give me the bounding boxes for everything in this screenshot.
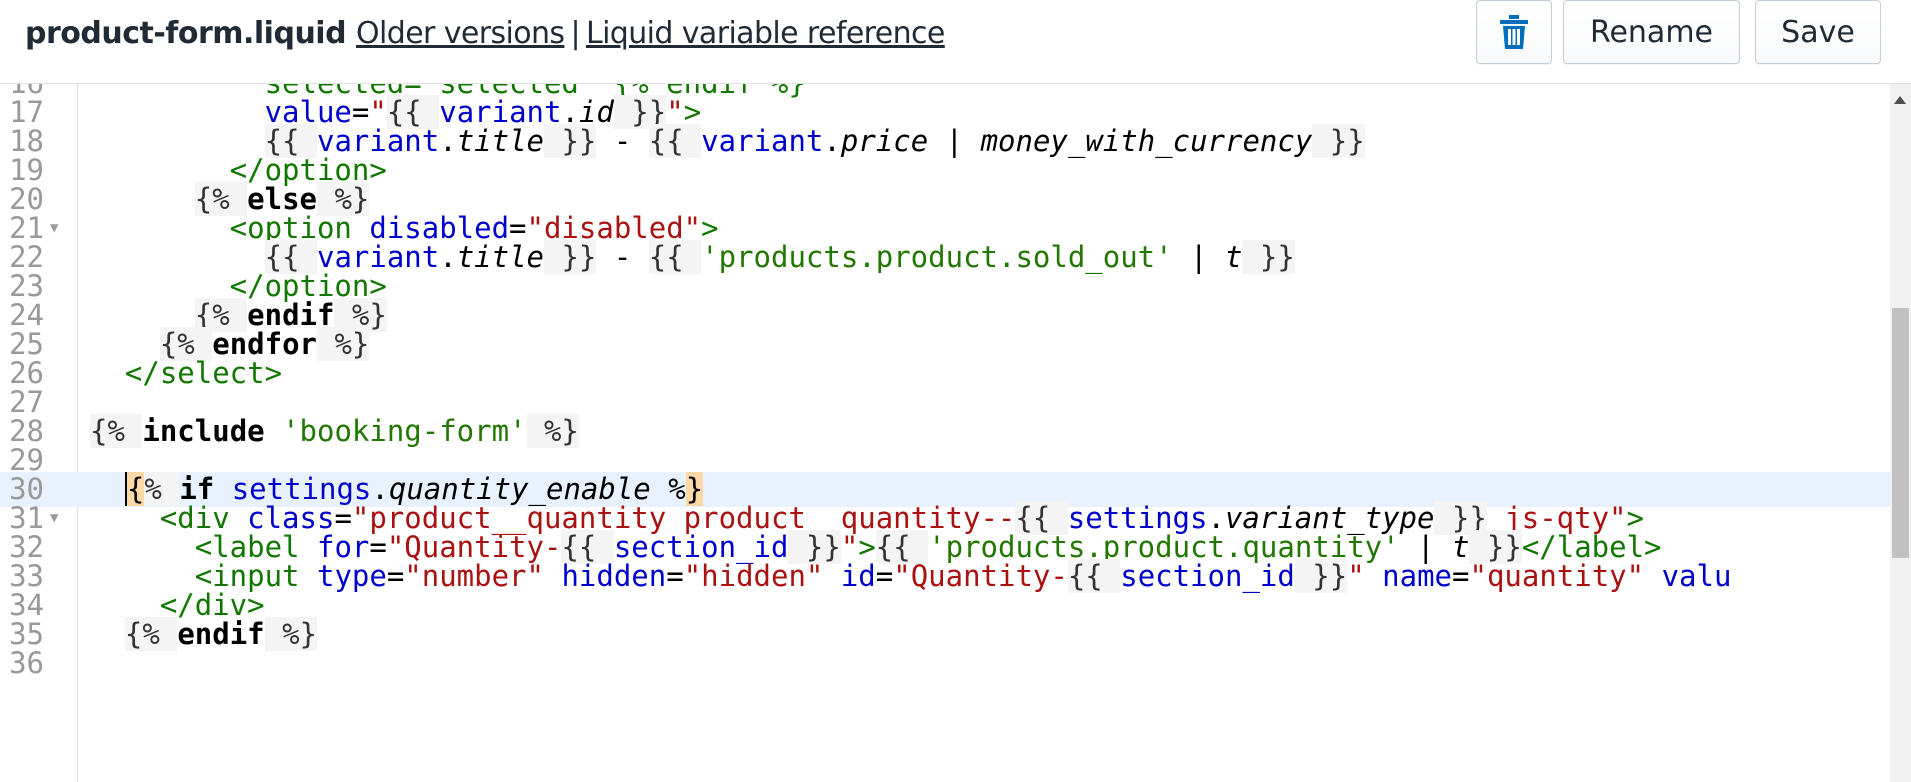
scrollbar-thumb[interactable] (1892, 308, 1909, 558)
rename-button[interactable]: Rename (1563, 0, 1740, 64)
older-versions-link[interactable]: Older versions (356, 16, 565, 51)
liquid-variable-reference-link[interactable]: Liquid variable reference (586, 16, 945, 51)
editor-header: product-form.liquid Older versions | Liqui… (0, 0, 1911, 84)
line-number: 36 (9, 646, 44, 680)
scroll-up-arrow-icon[interactable] (1894, 96, 1906, 104)
save-button[interactable]: Save (1755, 0, 1881, 64)
file-name-title: product-form.liquid (25, 16, 347, 51)
link-separator: | (570, 16, 580, 51)
editor-scrollbar[interactable] (1890, 84, 1911, 782)
delete-button[interactable] (1476, 0, 1552, 64)
code-line[interactable]: 36 (0, 646, 1890, 681)
header-links: Older versions | Liquid variable reference (356, 14, 945, 54)
trash-icon (1500, 15, 1528, 49)
code-editor[interactable]: 16 selected="selected" {% endif %}17 val… (0, 84, 1911, 782)
